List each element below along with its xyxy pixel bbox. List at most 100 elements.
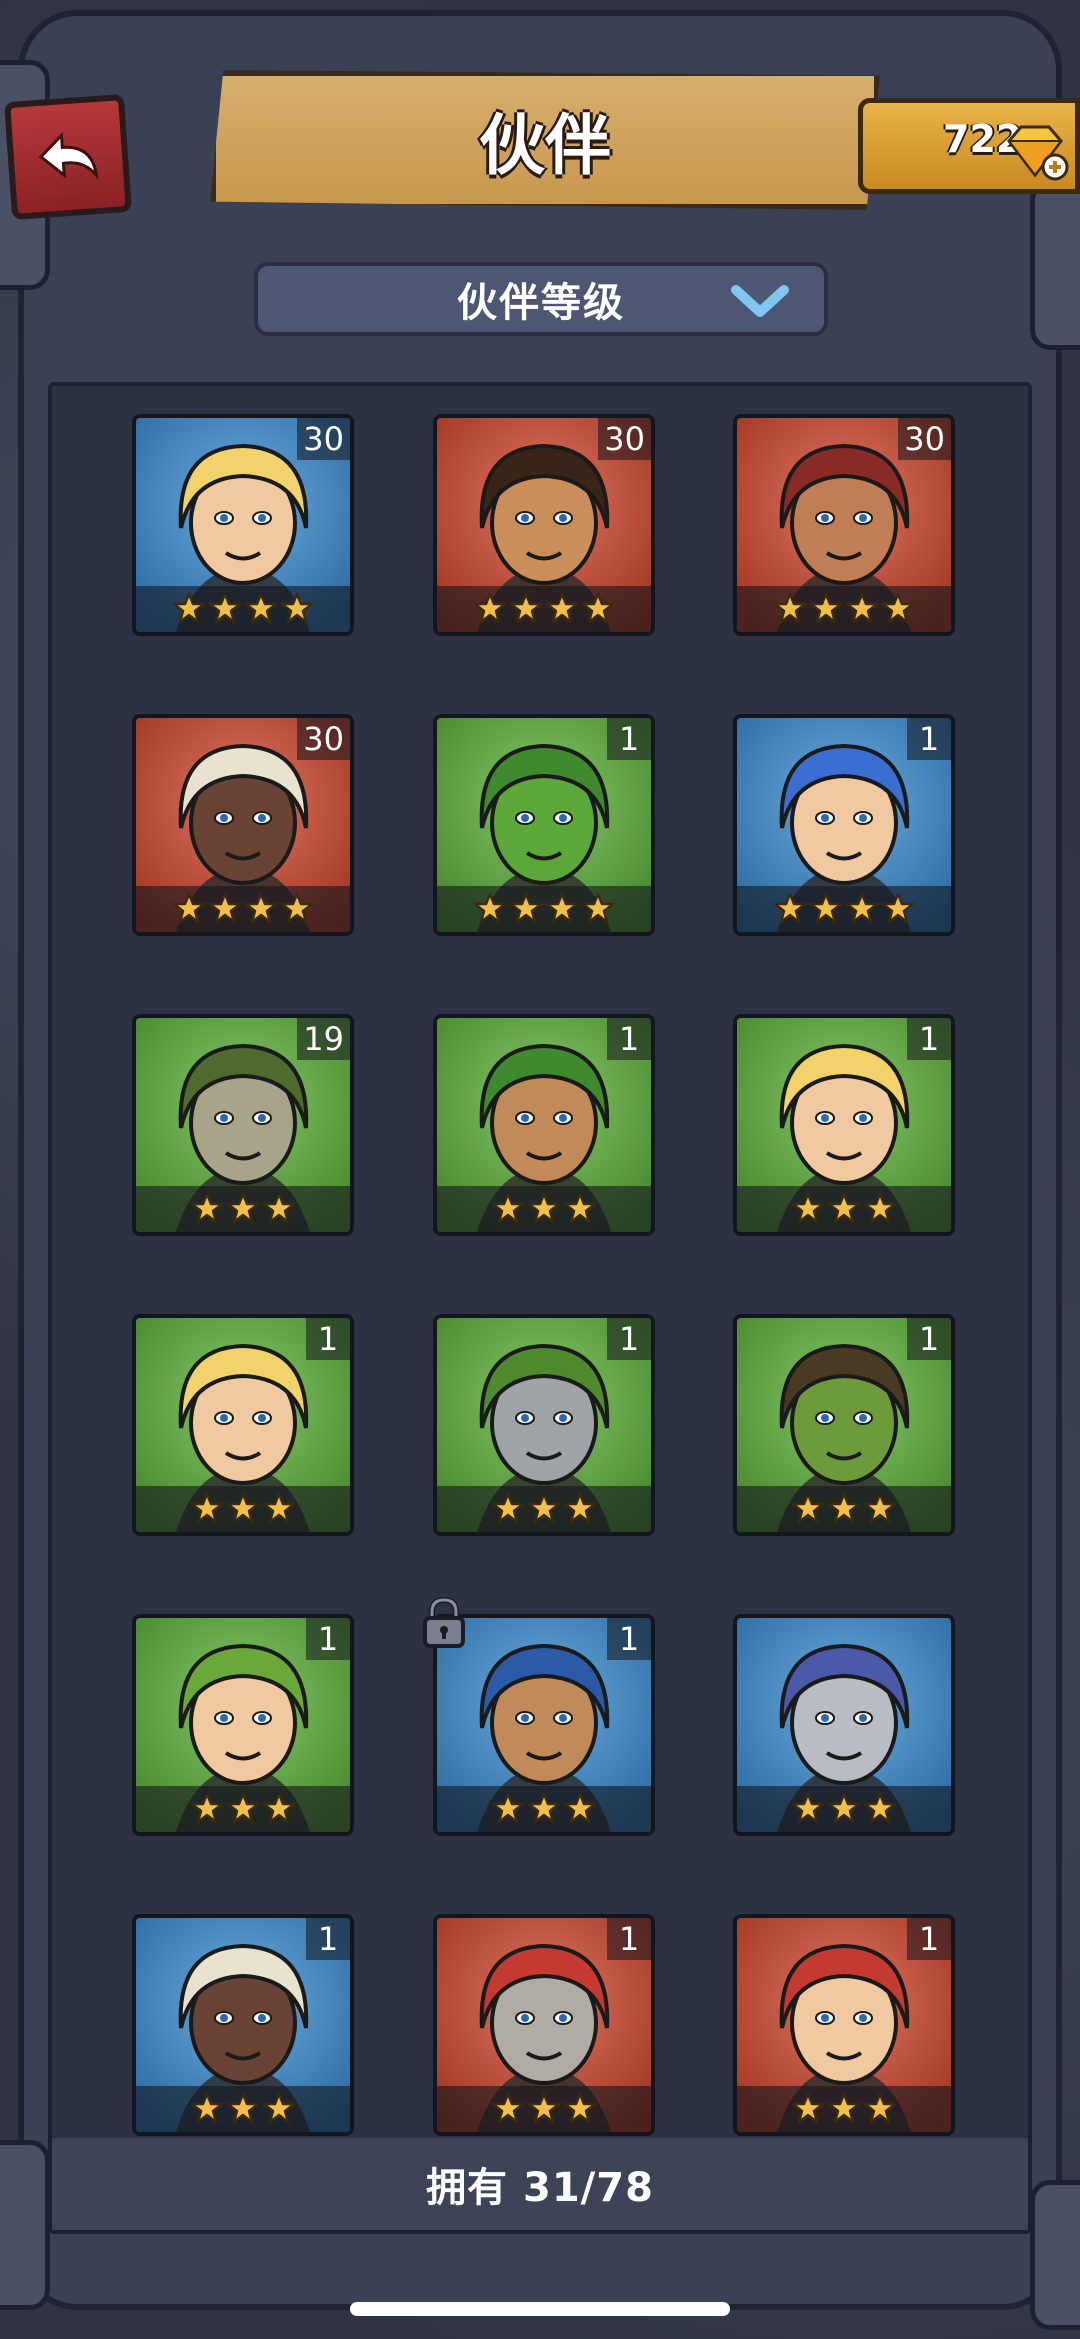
companion-card[interactable]: 30 (433, 414, 655, 636)
star-rating (136, 886, 350, 932)
companion-card[interactable]: 30 (132, 414, 354, 636)
star-icon (527, 2092, 561, 2124)
companion-card[interactable]: 1 (433, 714, 655, 936)
companion-level: 30 (598, 418, 651, 460)
star-rating (737, 1186, 951, 1232)
star-icon (827, 2092, 861, 2124)
frame-rock (1030, 2180, 1080, 2330)
companion-card[interactable]: 1 (733, 1314, 955, 1536)
star-rating (437, 2086, 651, 2132)
star-icon (280, 592, 314, 624)
page-title: 伙伴 (479, 107, 611, 184)
star-rating (437, 886, 651, 932)
companion-card[interactable]: 1 (132, 1614, 354, 1836)
star-icon (509, 592, 543, 624)
lock-icon (423, 1596, 465, 1648)
star-icon (226, 1792, 260, 1824)
star-icon (791, 1492, 825, 1524)
star-rating (136, 2086, 350, 2132)
star-icon (545, 592, 579, 624)
star-icon (791, 2092, 825, 2124)
companion-level: 1 (607, 718, 651, 760)
star-icon (845, 592, 879, 624)
star-icon (773, 892, 807, 924)
star-rating (737, 886, 951, 932)
star-icon (208, 892, 242, 924)
star-icon (190, 1192, 224, 1224)
star-icon (190, 2092, 224, 2124)
companion-level: 19 (297, 1018, 350, 1060)
star-icon (491, 1792, 525, 1824)
sort-dropdown[interactable]: 伙伴等级 (254, 262, 828, 336)
companion-card[interactable] (733, 1614, 955, 1836)
companion-card[interactable]: 1 (433, 1314, 655, 1536)
back-button[interactable] (4, 93, 132, 221)
companion-card[interactable]: 1 (132, 1914, 354, 2136)
star-rating (136, 586, 350, 632)
star-icon (491, 1492, 525, 1524)
star-icon (509, 892, 543, 924)
star-icon (563, 1792, 597, 1824)
companion-level: 1 (907, 1318, 951, 1360)
star-icon (527, 1792, 561, 1824)
star-icon (563, 1492, 597, 1524)
star-icon (791, 1792, 825, 1824)
companion-card[interactable]: 1 (132, 1314, 354, 1536)
star-icon (262, 1192, 296, 1224)
star-icon (262, 1792, 296, 1824)
star-icon (863, 1792, 897, 1824)
star-rating (136, 1486, 350, 1532)
star-icon (545, 892, 579, 924)
companion-card[interactable]: 30 (132, 714, 354, 936)
footer-bar: 拥有 31/78 (52, 2138, 1028, 2230)
star-icon (280, 892, 314, 924)
star-icon (881, 592, 915, 624)
chevron-down-icon (731, 285, 789, 317)
star-rating (737, 1786, 951, 1832)
companion-card[interactable]: 1 (733, 1914, 955, 2136)
star-icon (473, 892, 507, 924)
star-icon (863, 1492, 897, 1524)
star-icon (563, 1192, 597, 1224)
companion-level: 1 (306, 1318, 350, 1360)
star-rating (737, 1486, 951, 1532)
star-rating (437, 1486, 651, 1532)
star-icon (863, 2092, 897, 2124)
companion-card[interactable]: 1 (433, 1914, 655, 2136)
frame-rock (1030, 180, 1080, 350)
star-icon (827, 1492, 861, 1524)
star-icon (809, 592, 843, 624)
sort-dropdown-label: 伙伴等级 (457, 280, 625, 326)
star-icon (773, 592, 807, 624)
companion-level: 1 (607, 1618, 651, 1660)
star-icon (881, 892, 915, 924)
companion-card[interactable]: 1 (733, 714, 955, 936)
star-rating (136, 1186, 350, 1232)
star-icon (190, 1792, 224, 1824)
companion-card[interactable]: 19 (132, 1014, 354, 1236)
gem-plus-icon (1006, 125, 1069, 181)
star-icon (827, 1792, 861, 1824)
star-icon (827, 1192, 861, 1224)
star-rating (136, 1786, 350, 1832)
owned-count: 拥有 31/78 (426, 2165, 654, 2211)
star-icon (527, 1192, 561, 1224)
home-indicator (350, 2302, 730, 2316)
star-icon (208, 592, 242, 624)
companion-level: 1 (907, 1018, 951, 1060)
companion-level: 1 (306, 1618, 350, 1660)
companion-card[interactable]: 30 (733, 414, 955, 636)
star-icon (226, 2092, 260, 2124)
star-icon (172, 892, 206, 924)
frame-rock (0, 2140, 50, 2310)
companion-level: 1 (607, 1018, 651, 1060)
companion-level: 1 (607, 1318, 651, 1360)
companion-card[interactable]: 1 (433, 1014, 655, 1236)
gem-counter[interactable]: 722 (858, 98, 1080, 194)
star-rating (737, 2086, 951, 2132)
companion-level: 1 (907, 718, 951, 760)
star-rating (437, 586, 651, 632)
companion-card[interactable]: 1 (733, 1014, 955, 1236)
star-rating (437, 1786, 651, 1832)
title-banner: 伙伴 (210, 70, 880, 210)
